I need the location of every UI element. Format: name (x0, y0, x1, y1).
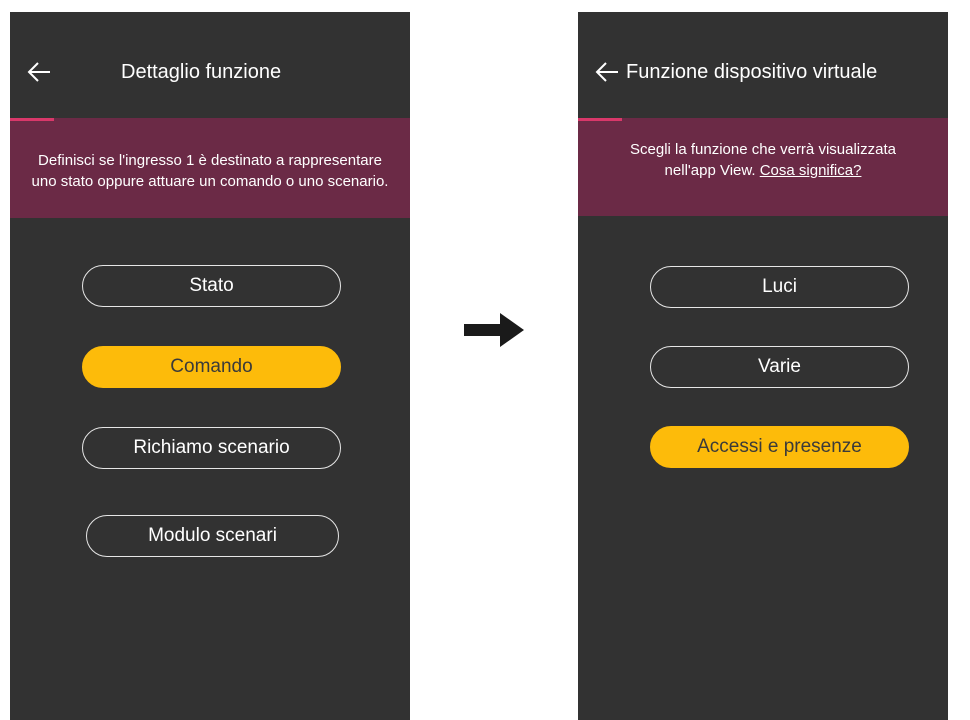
what-does-it-mean-link[interactable]: Cosa significa? (760, 162, 862, 179)
progress-indicator (10, 118, 54, 121)
right-arrow-icon (464, 312, 524, 348)
option-modulo-scenari-button[interactable]: Modulo scenari (86, 515, 339, 557)
option-comando-button[interactable]: Comando (82, 346, 341, 388)
banner-line-2: nell'app View. (664, 162, 756, 179)
page-title: Dettaglio funzione (121, 61, 282, 83)
info-banner: Definisci se l'ingresso 1 è destinato a … (10, 118, 410, 218)
banner-text: Definisci se l'ingresso 1 è destinato a … (31, 152, 389, 190)
option-luci-button[interactable]: Luci (650, 266, 909, 308)
option-richiamo-scenario-button[interactable]: Richiamo scenario (82, 427, 341, 469)
back-arrow-icon[interactable] (26, 59, 52, 85)
page-title: Funzione dispositivo virtuale (626, 61, 878, 83)
left-phone-screen: Dettaglio funzione Definisci se l'ingres… (10, 12, 410, 720)
option-accessi-presenze-button[interactable]: Accessi e presenze (650, 426, 909, 468)
banner-line-1: Scegli la funzione che verrà visualizzat… (630, 141, 896, 158)
left-top-bar: Dettaglio funzione (10, 12, 410, 118)
right-phone-screen: Funzione dispositivo virtuale Scegli la … (578, 12, 948, 720)
back-arrow-icon[interactable] (594, 59, 620, 85)
info-banner: Scegli la funzione che verrà visualizzat… (578, 118, 948, 216)
option-stato-button[interactable]: Stato (82, 265, 341, 307)
banner-text: Scegli la funzione che verrà visualizzat… (630, 139, 896, 181)
progress-indicator (578, 118, 622, 121)
option-varie-button[interactable]: Varie (650, 346, 909, 388)
right-top-bar: Funzione dispositivo virtuale (578, 12, 948, 118)
